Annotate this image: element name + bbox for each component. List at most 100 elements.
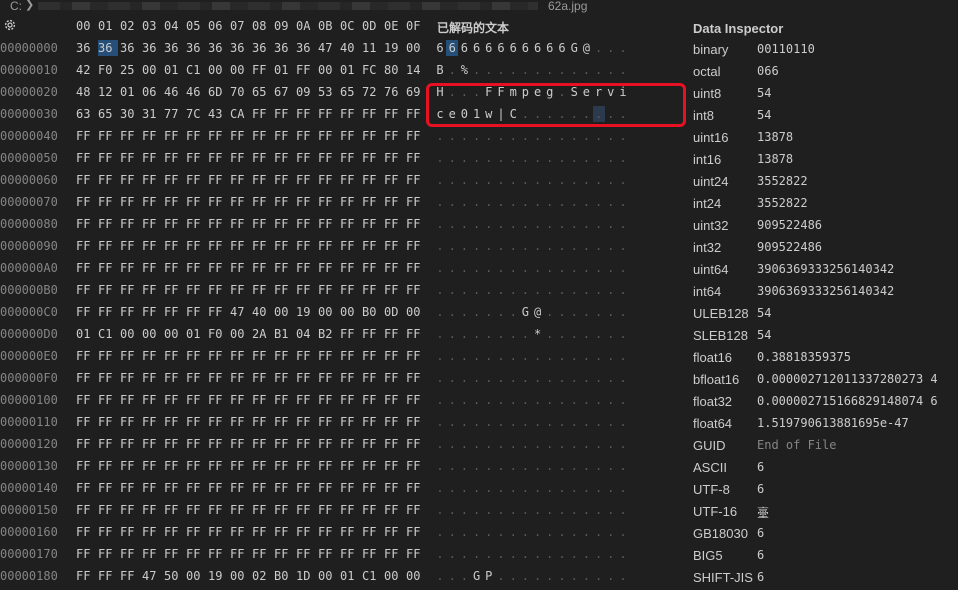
decoded-char[interactable]: . <box>605 304 617 320</box>
hex-byte[interactable]: 00 <box>186 568 206 584</box>
hex-byte[interactable]: 77 <box>164 106 184 122</box>
hex-byte[interactable]: FF <box>362 546 382 562</box>
decoded-char[interactable]: . <box>483 480 495 496</box>
decoded-char[interactable]: 6 <box>532 40 544 56</box>
inspector-value[interactable]: 3906369333256140342 <box>757 262 894 276</box>
hex-byte[interactable]: 00 <box>230 326 250 342</box>
hex-byte[interactable]: FF <box>384 370 404 386</box>
decoded-char[interactable]: . <box>446 524 458 540</box>
decoded-char[interactable]: 6 <box>483 40 495 56</box>
hex-byte[interactable]: FF <box>164 436 184 452</box>
hex-byte[interactable]: FF <box>384 458 404 474</box>
hex-byte[interactable]: FF <box>296 524 316 540</box>
decoded-char[interactable]: . <box>568 546 580 562</box>
hex-byte[interactable]: FF <box>362 370 382 386</box>
hex-byte[interactable]: 1D <box>296 568 316 584</box>
decoded-char[interactable]: . <box>556 370 568 386</box>
decoded-char[interactable]: . <box>495 436 507 452</box>
hex-byte[interactable]: FF <box>274 238 294 254</box>
hex-byte[interactable]: FF <box>252 348 272 364</box>
decoded-char[interactable]: . <box>556 414 568 430</box>
decoded-char[interactable]: . <box>556 260 568 276</box>
hex-byte[interactable]: FF <box>186 546 206 562</box>
decoded-char[interactable]: . <box>507 216 519 232</box>
hex-byte[interactable]: FF <box>274 524 294 540</box>
hex-byte[interactable]: B0 <box>362 304 382 320</box>
decoded-char[interactable]: . <box>532 392 544 408</box>
hex-byte[interactable]: FF <box>164 458 184 474</box>
hex-byte[interactable]: FF <box>164 304 184 320</box>
inspector-value[interactable]: 066 <box>757 64 779 78</box>
hex-byte[interactable]: 00 <box>406 568 426 584</box>
decoded-char[interactable]: . <box>568 480 580 496</box>
decoded-char[interactable]: G <box>519 304 531 320</box>
decoded-char[interactable]: . <box>519 128 531 144</box>
decoded-char[interactable]: . <box>568 304 580 320</box>
hex-byte[interactable]: 47 <box>142 568 162 584</box>
decoded-char[interactable]: . <box>519 370 531 386</box>
decoded-char[interactable]: . <box>458 348 470 364</box>
hex-byte[interactable]: FF <box>142 260 162 276</box>
decoded-char[interactable]: . <box>544 194 556 210</box>
hex-byte[interactable]: FF <box>274 172 294 188</box>
decoded-char[interactable]: . <box>458 436 470 452</box>
hex-byte[interactable]: FF <box>98 502 118 518</box>
decoded-char[interactable]: . <box>446 348 458 364</box>
decoded-char[interactable]: . <box>446 150 458 166</box>
hex-byte[interactable]: FF <box>406 282 426 298</box>
hex-byte[interactable]: FF <box>252 216 272 232</box>
decoded-char[interactable]: . <box>495 260 507 276</box>
decoded-char[interactable]: . <box>593 326 605 342</box>
hex-byte[interactable]: FF <box>186 458 206 474</box>
hex-byte[interactable]: FF <box>318 436 338 452</box>
decoded-char[interactable]: . <box>580 480 592 496</box>
decoded-char[interactable]: . <box>544 546 556 562</box>
decoded-char[interactable]: . <box>617 458 629 474</box>
hex-byte[interactable]: FF <box>384 436 404 452</box>
decoded-char[interactable]: . <box>580 304 592 320</box>
hex-byte[interactable]: FF <box>362 238 382 254</box>
hex-byte[interactable]: FF <box>164 524 184 540</box>
hex-byte[interactable]: FF <box>142 172 162 188</box>
hex-byte[interactable]: FF <box>76 216 96 232</box>
decoded-char[interactable]: . <box>434 150 446 166</box>
decoded-char[interactable]: . <box>519 546 531 562</box>
hex-byte[interactable]: FF <box>76 348 96 364</box>
hex-byte[interactable]: 01 <box>340 62 360 78</box>
hex-byte[interactable]: 00 <box>230 62 250 78</box>
hex-byte[interactable]: FF <box>384 238 404 254</box>
decoded-char[interactable]: . <box>507 458 519 474</box>
decoded-char[interactable]: . <box>580 348 592 364</box>
decoded-char[interactable]: . <box>446 392 458 408</box>
hex-byte[interactable]: FF <box>362 150 382 166</box>
decoded-char[interactable]: . <box>593 150 605 166</box>
decoded-char[interactable]: . <box>544 414 556 430</box>
hex-byte[interactable]: FF <box>230 502 250 518</box>
decoded-char[interactable]: . <box>458 480 470 496</box>
decoded-char[interactable]: . <box>568 326 580 342</box>
decoded-char[interactable]: . <box>556 150 568 166</box>
hex-byte[interactable]: 00 <box>230 568 250 584</box>
hex-byte[interactable]: FF <box>98 436 118 452</box>
decoded-char[interactable]: . <box>458 392 470 408</box>
decoded-char[interactable]: . <box>568 238 580 254</box>
hex-byte[interactable]: FF <box>76 194 96 210</box>
hex-byte[interactable]: FF <box>318 172 338 188</box>
decoded-char[interactable]: . <box>532 150 544 166</box>
decoded-char[interactable]: . <box>605 128 617 144</box>
decoded-char[interactable]: . <box>434 480 446 496</box>
decoded-char[interactable]: . <box>617 304 629 320</box>
decoded-char[interactable]: . <box>434 172 446 188</box>
hex-byte[interactable]: 36 <box>296 40 316 56</box>
hex-byte[interactable]: FF <box>208 480 228 496</box>
decoded-char[interactable]: . <box>507 524 519 540</box>
hex-byte[interactable]: 00 <box>340 304 360 320</box>
hex-byte[interactable]: 36 <box>208 40 228 56</box>
hex-byte[interactable]: FF <box>252 414 272 430</box>
hex-byte[interactable]: FF <box>142 348 162 364</box>
hex-byte[interactable]: FF <box>164 414 184 430</box>
decoded-char[interactable]: . <box>446 304 458 320</box>
hex-byte[interactable]: FF <box>186 370 206 386</box>
hex-byte[interactable]: FF <box>318 524 338 540</box>
decoded-char[interactable]: . <box>507 436 519 452</box>
